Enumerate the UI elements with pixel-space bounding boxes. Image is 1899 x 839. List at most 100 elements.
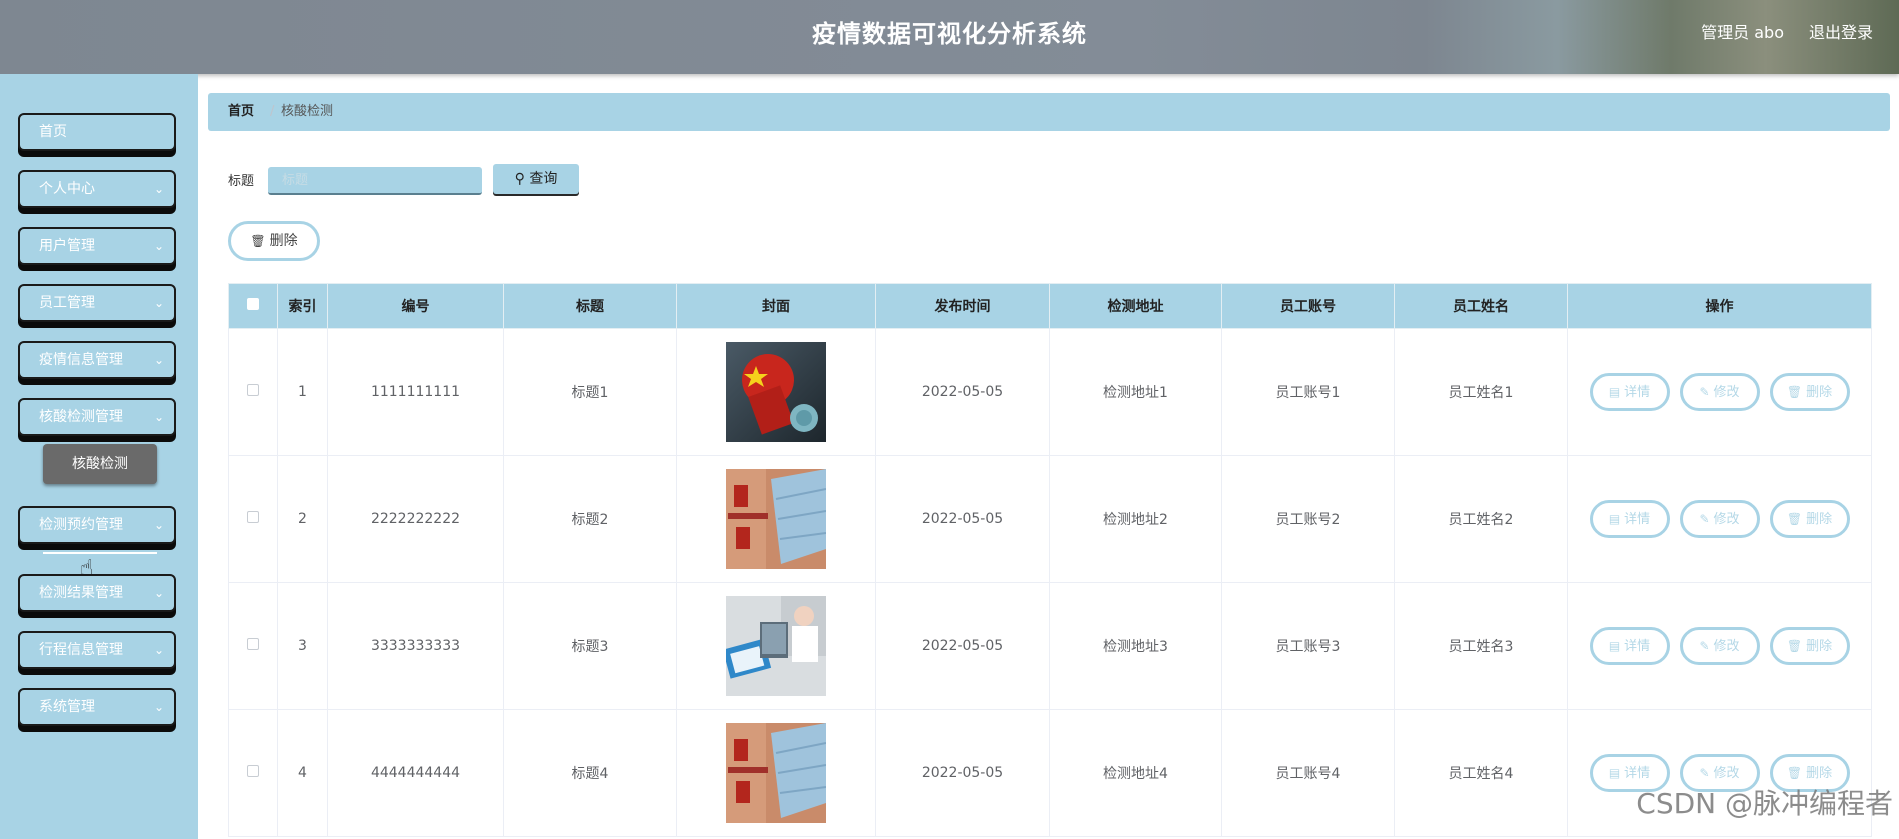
chevron-down-icon: ⌄ <box>153 182 164 196</box>
delete-label: 删除 <box>1806 639 1833 654</box>
trash-icon: 🗑 <box>250 234 266 248</box>
chevron-down-icon: ⌄ <box>153 518 164 532</box>
detail-label: 详情 <box>1624 385 1651 400</box>
cell-code: 2222222222 <box>327 455 504 583</box>
current-user: 管理员 abo <box>1701 23 1784 42</box>
sidebar-item-label: 员工管理 <box>39 295 95 311</box>
submenu-divider <box>43 552 157 554</box>
cell-address: 检测地址2 <box>1049 455 1222 583</box>
delete-button[interactable]: 🗑 删除 <box>1769 373 1850 411</box>
detail-button[interactable]: ▤ 详情 <box>1589 500 1670 538</box>
table-row: 3 3333333333 标题3 2022-05-05 检测地址3 员工账号3 … <box>228 582 1872 710</box>
select-all-cell <box>228 283 278 329</box>
chevron-down-icon: ⌄ <box>153 296 164 310</box>
column-header: 索引 <box>277 283 328 329</box>
row-checkbox[interactable] <box>247 638 259 650</box>
row-checkbox[interactable] <box>247 765 259 777</box>
query-button[interactable]: ⚲ 查询 <box>493 164 579 194</box>
select-all-checkbox[interactable] <box>247 298 259 310</box>
sidebar-item-user-management[interactable]: 用户管理 ⌄ <box>18 227 176 265</box>
sidebar-item-personal-center[interactable]: 个人中心 ⌄ <box>18 170 176 208</box>
chevron-down-icon: ⌄ <box>153 239 164 253</box>
pencil-icon: ✎ <box>1699 639 1710 653</box>
column-header: 员工姓名 <box>1394 283 1568 329</box>
document-icon: ▤ <box>1608 639 1621 653</box>
top-header: 疫情数据可视化分析系统 管理员 abo 退出登录 <box>0 0 1899 74</box>
cell-cover <box>676 582 876 710</box>
cell-name: 员工姓名2 <box>1394 455 1568 583</box>
table-header-row: 索引 编号 标题 封面 发布时间 检测地址 员工账号 员工姓名 操作 <box>228 283 1872 329</box>
delete-button[interactable]: 🗑 删除 <box>1769 500 1850 538</box>
delete-button[interactable]: 🗑 删除 <box>1769 627 1850 665</box>
sidebar-item-label: 个人中心 <box>39 181 95 197</box>
cell-name: 员工姓名4 <box>1394 709 1568 837</box>
breadcrumb-separator: / <box>270 104 275 119</box>
row-checkbox[interactable] <box>247 384 259 396</box>
trash-icon: 🗑 <box>1786 512 1803 526</box>
edit-button[interactable]: ✎ 修改 <box>1679 627 1760 665</box>
cell-time: 2022-05-05 <box>875 582 1050 710</box>
document-icon: ▤ <box>1608 766 1621 780</box>
column-header: 封面 <box>676 283 876 329</box>
watermark: CSDN @脉冲编程者 <box>1636 787 1893 820</box>
delete-label: 删除 <box>1806 385 1833 400</box>
chevron-down-icon: ⌄ <box>153 700 164 714</box>
trash-icon: 🗑 <box>1786 639 1803 653</box>
detail-button[interactable]: ▤ 详情 <box>1589 373 1670 411</box>
cell-cover <box>676 328 876 456</box>
cell-code: 4444444444 <box>327 709 504 837</box>
chevron-down-icon: ⌄ <box>153 353 164 367</box>
sidebar-item-appointment-management[interactable]: 检测预约管理 ⌄ <box>18 506 176 544</box>
cell-time: 2022-05-05 <box>875 455 1050 583</box>
cover-image-doctor-laptop <box>726 596 826 696</box>
document-icon: ▤ <box>1608 512 1621 526</box>
pencil-icon: ✎ <box>1699 512 1710 526</box>
search-input[interactable] <box>268 167 482 195</box>
cell-account: 员工账号1 <box>1221 328 1395 456</box>
sidebar-subitem-nucleic-test[interactable]: 核酸检测 <box>43 444 157 484</box>
cell-time: 2022-05-05 <box>875 328 1050 456</box>
edit-label: 修改 <box>1713 766 1740 781</box>
cell-time: 2022-05-05 <box>875 709 1050 837</box>
sidebar-item-staff-management[interactable]: 员工管理 ⌄ <box>18 284 176 322</box>
data-table: 索引 编号 标题 封面 发布时间 检测地址 员工账号 员工姓名 操作 1 111… <box>228 283 1872 837</box>
sidebar-item-trip-management[interactable]: 行程信息管理 ⌄ <box>18 631 176 669</box>
cell-code: 3333333333 <box>327 582 504 710</box>
search-label: 标题 <box>228 174 255 189</box>
cell-index: 4 <box>277 709 328 837</box>
sidebar-item-result-management[interactable]: 检测结果管理 ⌄ <box>18 574 176 612</box>
table-row: 1 1111111111 标题1 2022-05-05 检测地址1 员工账号1 … <box>228 328 1872 456</box>
sidebar-item-label: 核酸检测管理 <box>39 409 123 425</box>
cell-actions: ▤ 详情 ✎ 修改 🗑 删除 <box>1567 582 1872 710</box>
cell-account: 员工账号3 <box>1221 582 1395 710</box>
pencil-icon: ✎ <box>1699 385 1710 399</box>
table-row: 2 2222222222 标题2 2022-05-05 检测地址2 员工账号2 … <box>228 455 1872 583</box>
row-checkbox[interactable] <box>247 511 259 523</box>
logout-link[interactable]: 退出登录 <box>1809 0 1873 66</box>
sidebar-item-home[interactable]: 首页 <box>18 113 176 151</box>
breadcrumb: 首页 / 核酸检测 <box>208 93 1890 131</box>
sidebar-item-system-management[interactable]: 系统管理 ⌄ <box>18 688 176 726</box>
edit-button[interactable]: ✎ 修改 <box>1679 373 1760 411</box>
breadcrumb-home[interactable]: 首页 <box>228 93 254 131</box>
cell-name: 员工姓名1 <box>1394 328 1568 456</box>
batch-delete-label: 删除 <box>269 233 298 249</box>
sidebar-item-label: 行程信息管理 <box>39 642 123 658</box>
cover-image-mask <box>726 723 826 823</box>
detail-label: 详情 <box>1624 512 1651 527</box>
sidebar-item-epidemic-info[interactable]: 疫情信息管理 ⌄ <box>18 341 176 379</box>
cell-title: 标题4 <box>503 709 677 837</box>
cell-account: 员工账号4 <box>1221 709 1395 837</box>
sidebar-item-label: 系统管理 <box>39 699 95 715</box>
cell-address: 检测地址1 <box>1049 328 1222 456</box>
detail-button[interactable]: ▤ 详情 <box>1589 627 1670 665</box>
delete-label: 删除 <box>1806 512 1833 527</box>
edit-button[interactable]: ✎ 修改 <box>1679 500 1760 538</box>
cell-cover <box>676 455 876 583</box>
chevron-down-icon: ⌄ <box>153 586 164 600</box>
query-button-label: 查询 <box>529 171 558 187</box>
cell-actions: ▤ 详情 ✎ 修改 🗑 删除 <box>1567 328 1872 456</box>
sidebar-item-label: 疫情信息管理 <box>39 352 123 368</box>
sidebar-item-nucleic-test-management[interactable]: 核酸检测管理 ⌄ <box>18 398 176 436</box>
batch-delete-button[interactable]: 🗑 删除 <box>228 221 320 261</box>
